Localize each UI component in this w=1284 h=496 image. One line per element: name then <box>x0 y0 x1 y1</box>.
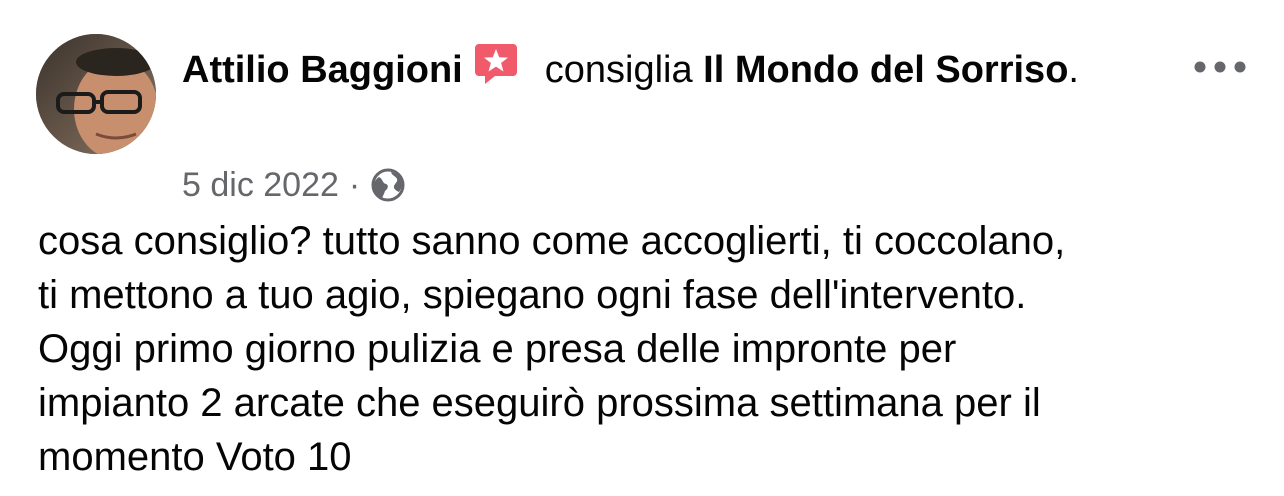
post-meta: 5 dic 2022 · <box>182 160 406 210</box>
recommended-page-link[interactable]: Il Mondo del Sorriso <box>703 49 1068 91</box>
page-suffix: . <box>1068 49 1079 91</box>
meta-separator: · <box>348 166 361 204</box>
post-card: Attilio Baggioni consiglia Il Mondo del … <box>0 0 1284 496</box>
more-options-icon <box>1194 61 1246 73</box>
post-body-line: impianto 2 arcate che eseguirò prossima … <box>38 381 1041 425</box>
post-timestamp[interactable]: 5 dic 2022 <box>182 160 339 210</box>
post-body: cosa consiglio? tutto sanno come accogli… <box>38 214 1248 484</box>
author-avatar[interactable] <box>36 34 156 154</box>
author-name[interactable]: Attilio Baggioni <box>182 49 463 91</box>
recommendation-star-icon <box>473 40 519 86</box>
post-body-line: ti mettono a tuo agio, spiegano ogni fas… <box>38 273 1027 317</box>
more-options-button[interactable] <box>1192 52 1248 82</box>
post-body-line: Oggi primo giorno pulizia e presa delle … <box>38 327 957 371</box>
post-body-line: cosa consiglio? tutto sanno come accogli… <box>38 219 1066 263</box>
action-text: consiglia <box>544 49 693 91</box>
post-header: Attilio Baggioni consiglia Il Mondo del … <box>182 40 1082 99</box>
post-body-line: momento Voto 10 <box>38 435 352 479</box>
globe-icon[interactable] <box>370 167 406 203</box>
avatar-image <box>36 34 156 154</box>
